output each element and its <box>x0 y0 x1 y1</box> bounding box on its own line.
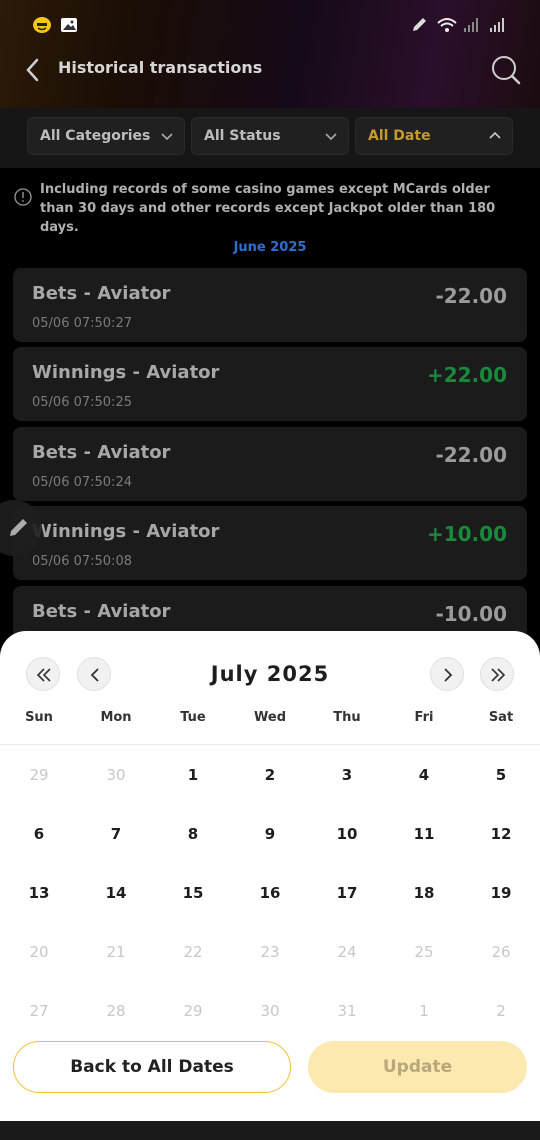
gallery-icon <box>60 16 78 34</box>
weekday-thu: Thu <box>333 710 361 725</box>
calendar-day-disabled: 20 <box>29 943 49 961</box>
pencil-status-icon <box>410 16 428 34</box>
double-chevron-right-icon <box>491 668 506 682</box>
calendar-day-outside: 2 <box>496 1002 506 1020</box>
date-filter-label: All Date <box>368 128 431 144</box>
transaction-time: 05/06 07:50:24 <box>32 475 132 490</box>
weekday-fri: Fri <box>414 710 434 725</box>
calendar-day[interactable]: 11 <box>394 825 454 843</box>
search-icon <box>492 56 521 85</box>
emoji-app-icon <box>32 16 51 34</box>
filter-bar: All Categories All Status All Date <box>0 108 540 168</box>
calendar-day-disabled: 24 <box>337 943 357 961</box>
calendar-day[interactable]: 2 <box>240 766 300 784</box>
calendar-day[interactable]: 13 <box>9 884 69 902</box>
info-icon <box>14 188 32 206</box>
calendar-day[interactable]: 16 <box>240 884 300 902</box>
calendar-day[interactable]: 10 <box>317 825 377 843</box>
next-year-button[interactable] <box>480 657 514 691</box>
transaction-amount: +22.00 <box>426 363 507 387</box>
calendar-day-disabled: 27 <box>29 1002 49 1020</box>
transaction-name: Bets - Aviator <box>32 442 171 463</box>
calendar-day[interactable]: 3 <box>317 766 377 784</box>
search-button[interactable] <box>490 54 522 86</box>
wifi-icon <box>436 16 457 34</box>
calendar-day-disabled: 22 <box>183 943 203 961</box>
calendar-day[interactable]: 12 <box>471 825 531 843</box>
transaction-time: 05/06 07:50:27 <box>32 316 132 331</box>
calendar-day[interactable]: 14 <box>86 884 146 902</box>
calendar-day[interactable]: 5 <box>471 766 531 784</box>
weekday-wed: Wed <box>254 710 286 725</box>
update-button[interactable]: Update <box>308 1041 527 1093</box>
transaction-item[interactable]: Bets - Aviator 05/06 07:50:24 -22.00 <box>13 427 527 501</box>
weekday-sun: Sun <box>25 710 53 725</box>
status-bar-left <box>32 16 78 34</box>
transaction-time: 05/06 07:50:25 <box>32 395 132 410</box>
transaction-item[interactable]: Winnings - Aviator 05/06 07:50:08 +10.00 <box>13 506 527 580</box>
calendar-day[interactable]: 15 <box>163 884 223 902</box>
transaction-time: 05/06 07:50:08 <box>32 554 132 569</box>
signal-icon-2 <box>488 16 506 34</box>
status-bar-right <box>410 16 506 34</box>
back-button[interactable] <box>22 56 46 84</box>
calendar-day-disabled: 25 <box>414 943 434 961</box>
header: Historical transactions <box>0 0 540 108</box>
category-filter[interactable]: All Categories <box>27 117 185 155</box>
calendar-day[interactable]: 18 <box>394 884 454 902</box>
calendar-day[interactable]: 19 <box>471 884 531 902</box>
calendar-day[interactable]: 8 <box>163 825 223 843</box>
transaction-name: Winnings - Aviator <box>32 362 220 383</box>
transaction-item[interactable]: Winnings - Aviator 05/06 07:50:25 +22.00 <box>13 347 527 421</box>
status-filter-label: All Status <box>204 128 281 144</box>
weekday-mon: Mon <box>100 710 132 725</box>
pencil-icon <box>10 519 27 536</box>
calendar-day[interactable]: 6 <box>9 825 69 843</box>
calendar-day-outside: 29 <box>29 766 49 784</box>
month-group-label: June 2025 <box>233 240 307 255</box>
category-filter-label: All Categories <box>40 128 151 144</box>
calendar-day-outside: 1 <box>419 1002 429 1020</box>
chevron-up-icon <box>489 131 501 139</box>
calendar-day-disabled: 28 <box>106 1002 126 1020</box>
system-nav-bar <box>0 1121 540 1140</box>
weekday-tue: Tue <box>180 710 206 725</box>
calendar-day-disabled: 21 <box>106 943 126 961</box>
chevron-down-icon <box>325 133 337 141</box>
calendar-day[interactable]: 9 <box>240 825 300 843</box>
page-title: Historical transactions <box>58 58 263 77</box>
date-filter[interactable]: All Date <box>355 117 513 155</box>
transaction-amount: -10.00 <box>435 602 507 626</box>
transaction-name: Bets - Aviator <box>32 601 171 622</box>
transaction-amount: +10.00 <box>426 522 507 546</box>
calendar-day-disabled: 23 <box>260 943 280 961</box>
chevron-down-icon <box>161 133 173 141</box>
calendar-divider <box>0 744 540 745</box>
signal-icon-1 <box>462 16 480 34</box>
next-month-button[interactable] <box>430 657 464 691</box>
calendar-day[interactable]: 17 <box>317 884 377 902</box>
transaction-amount: -22.00 <box>435 284 507 308</box>
back-to-all-dates-button[interactable]: Back to All Dates <box>13 1041 291 1093</box>
transaction-item[interactable]: Bets - Aviator 05/06 07:50:27 -22.00 <box>13 268 527 342</box>
calendar-day[interactable]: 4 <box>394 766 454 784</box>
status-filter[interactable]: All Status <box>191 117 349 155</box>
weekday-sat: Sat <box>488 710 514 725</box>
notice-text: Including records of some casino games e… <box>40 182 496 235</box>
chevron-right-icon <box>444 668 453 682</box>
calendar-day[interactable]: 7 <box>86 825 146 843</box>
calendar-day-outside: 30 <box>106 766 126 784</box>
calendar-day-disabled: 30 <box>260 1002 280 1020</box>
transaction-name: Bets - Aviator <box>32 283 171 304</box>
transaction-amount: -22.00 <box>435 443 507 467</box>
date-picker-sheet: July 2025 Sun Mon Tue Wed Thu Fri Sat 29… <box>0 631 540 1121</box>
calendar-day-disabled: 29 <box>183 1002 203 1020</box>
calendar-day-disabled: 26 <box>491 943 511 961</box>
transaction-name: Winnings - Aviator <box>32 521 220 542</box>
calendar-day[interactable]: 1 <box>163 766 223 784</box>
calendar-day-disabled: 31 <box>337 1002 357 1020</box>
